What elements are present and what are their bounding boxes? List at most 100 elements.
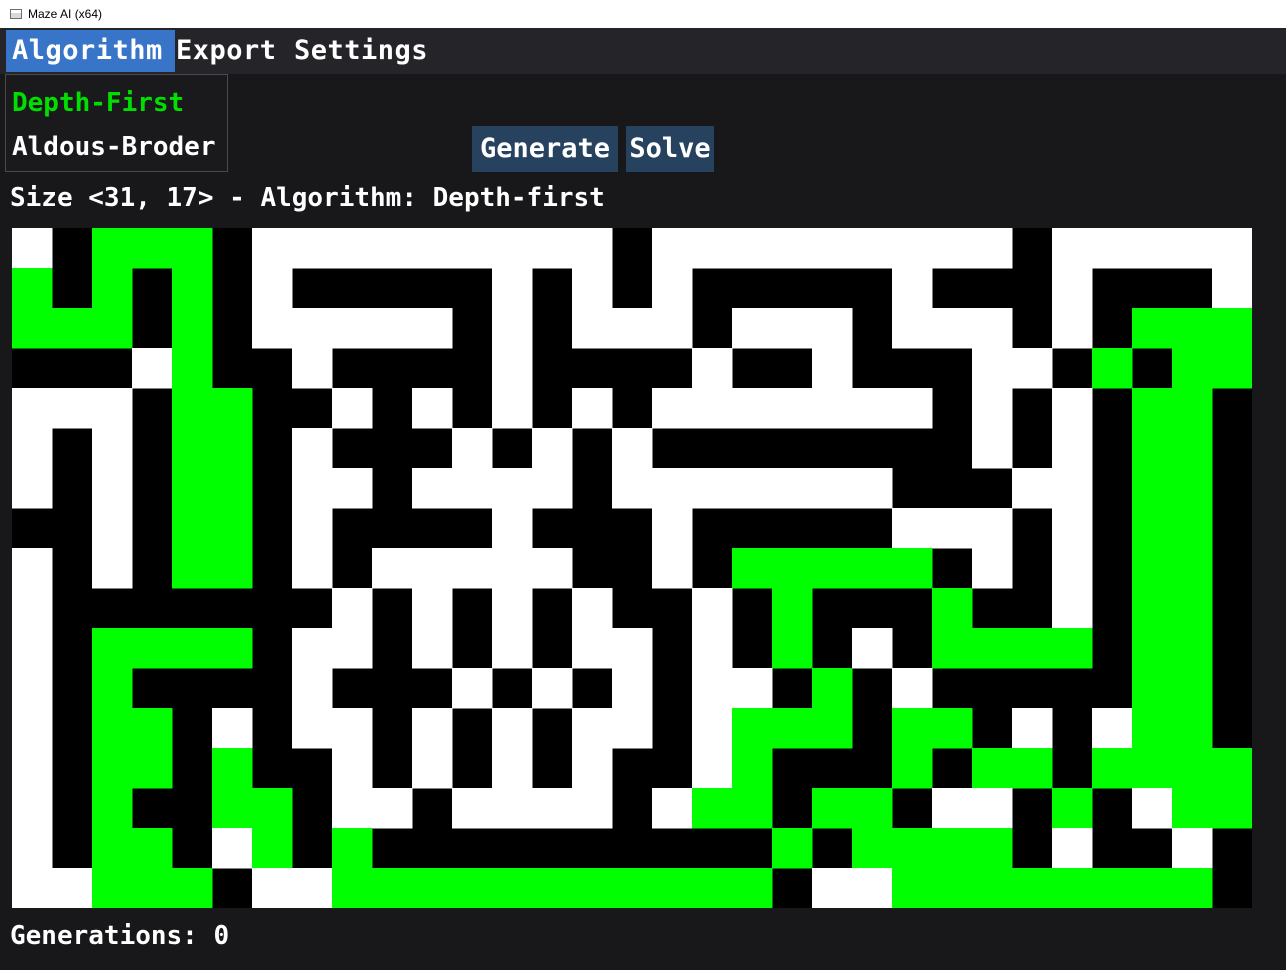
maze-path-cell <box>1132 668 1173 709</box>
maze-path-cell <box>1172 788 1213 829</box>
maze-passage-cell <box>92 388 133 429</box>
maze-passage-cell <box>1172 828 1213 869</box>
maze-passage-cell <box>972 548 1013 589</box>
maze-passage-cell <box>12 228 53 269</box>
maze-passage-cell <box>572 788 613 829</box>
maze-passage-cell <box>652 388 693 429</box>
maze-passage-cell <box>972 308 1013 349</box>
maze-passage-cell <box>932 508 973 549</box>
maze-passage-cell <box>492 308 533 349</box>
maze-path-cell <box>1052 788 1093 829</box>
maze-path-cell <box>92 828 133 869</box>
maze-passage-cell <box>572 748 613 789</box>
maze-path-cell <box>932 828 973 869</box>
maze-passage-cell <box>492 748 533 789</box>
maze-passage-cell <box>1052 388 1093 429</box>
maze-passage-cell <box>252 868 293 908</box>
maze-passage-cell <box>572 588 613 629</box>
maze-passage-cell <box>572 268 613 309</box>
maze-passage-cell <box>692 628 733 669</box>
maze-grid <box>12 228 1252 908</box>
maze-passage-cell <box>732 668 773 709</box>
maze-passage-cell <box>492 468 533 509</box>
maze-path-cell <box>1132 468 1173 509</box>
menu-algorithm[interactable]: Algorithm <box>6 30 175 72</box>
maze-path-cell <box>972 748 1013 789</box>
maze-path-cell <box>1092 348 1133 389</box>
maze-passage-cell <box>412 388 453 429</box>
maze-passage-cell <box>292 668 333 709</box>
maze-passage-cell <box>612 428 653 469</box>
maze-passage-cell <box>292 868 333 908</box>
maze-path-cell <box>212 748 253 789</box>
maze-path-cell <box>892 748 933 789</box>
maze-path-cell <box>172 428 213 469</box>
maze-passage-cell <box>692 348 733 389</box>
maze-path-cell <box>92 268 133 309</box>
maze-path-cell <box>1132 628 1173 669</box>
maze-passage-cell <box>292 628 333 669</box>
maze-passage-cell <box>372 228 413 269</box>
maze-path-cell <box>172 348 213 389</box>
maze-passage-cell <box>852 228 893 269</box>
maze-passage-cell <box>812 348 853 389</box>
maze-passage-cell <box>492 708 533 749</box>
maze-passage-cell <box>1132 788 1173 829</box>
maze-passage-cell <box>1052 468 1093 509</box>
maze-passage-cell <box>1052 228 1093 269</box>
generate-button[interactable]: Generate <box>472 126 618 172</box>
maze-path-cell <box>132 708 173 749</box>
maze-path-cell <box>212 428 253 469</box>
maze-passage-cell <box>292 508 333 549</box>
maze-passage-cell <box>1012 348 1053 389</box>
maze-passage-cell <box>372 788 413 829</box>
maze-canvas[interactable] <box>12 228 1252 908</box>
maze-passage-cell <box>572 708 613 749</box>
maze-path-cell <box>732 708 773 749</box>
maze-passage-cell <box>1132 228 1173 269</box>
maze-passage-cell <box>332 308 373 349</box>
maze-path-cell <box>372 868 413 908</box>
maze-passage-cell <box>12 668 53 709</box>
maze-passage-cell <box>1012 708 1053 749</box>
maze-passage-cell <box>412 588 453 629</box>
maze-path-cell <box>412 868 453 908</box>
maze-passage-cell <box>692 708 733 749</box>
maze-passage-cell <box>692 388 733 429</box>
algorithm-dropdown: Depth-First Aldous-Broder <box>5 74 228 172</box>
maze-path-cell <box>1172 628 1213 669</box>
maze-passage-cell <box>12 788 53 829</box>
solve-button[interactable]: Solve <box>626 126 714 172</box>
maze-path-cell <box>92 868 133 908</box>
maze-passage-cell <box>412 628 453 669</box>
maze-passage-cell <box>52 868 93 908</box>
maze-passage-cell <box>1212 228 1252 269</box>
maze-path-cell <box>1172 588 1213 629</box>
maze-passage-cell <box>412 228 453 269</box>
maze-path-cell <box>892 708 933 749</box>
maze-passage-cell <box>332 388 373 429</box>
maze-passage-cell <box>852 468 893 509</box>
maze-path-cell <box>812 708 853 749</box>
maze-passage-cell <box>612 628 653 669</box>
maze-passage-cell <box>852 388 893 429</box>
maze-passage-cell <box>332 468 373 509</box>
maze-passage-cell <box>892 508 933 549</box>
maze-path-cell <box>1172 708 1213 749</box>
maze-passage-cell <box>492 228 533 269</box>
menu-export[interactable]: Export <box>170 30 283 72</box>
maze-passage-cell <box>572 388 613 429</box>
menu-settings[interactable]: Settings <box>288 30 434 72</box>
maze-passage-cell <box>812 308 853 349</box>
maze-passage-cell <box>452 788 493 829</box>
maze-path-cell <box>732 868 773 908</box>
maze-path-cell <box>692 788 733 829</box>
dropdown-item-depth-first[interactable]: Depth-First <box>12 83 184 123</box>
maze-passage-cell <box>212 828 253 869</box>
maze-passage-cell <box>772 468 813 509</box>
maze-passage-cell <box>852 628 893 669</box>
maze-path-cell <box>132 228 173 269</box>
dropdown-item-aldous-broder[interactable]: Aldous-Broder <box>12 127 216 167</box>
maze-path-cell <box>932 588 973 629</box>
maze-path-cell <box>732 748 773 789</box>
